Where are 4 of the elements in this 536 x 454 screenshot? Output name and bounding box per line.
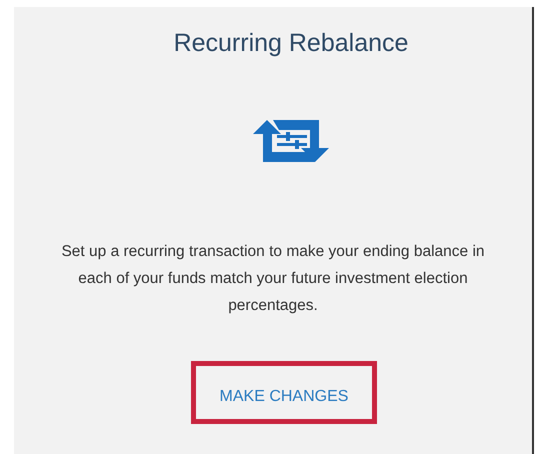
description: Set up a recurring transaction to make your ending balance in each of your funds match your future investment election percentages.: [60, 242, 486, 316]
rebalance-icon: [253, 120, 329, 162]
card-title: Recurring Rebalance: [174, 29, 408, 58]
make-changes-button[interactable]: MAKE CHANGES: [191, 361, 377, 424]
